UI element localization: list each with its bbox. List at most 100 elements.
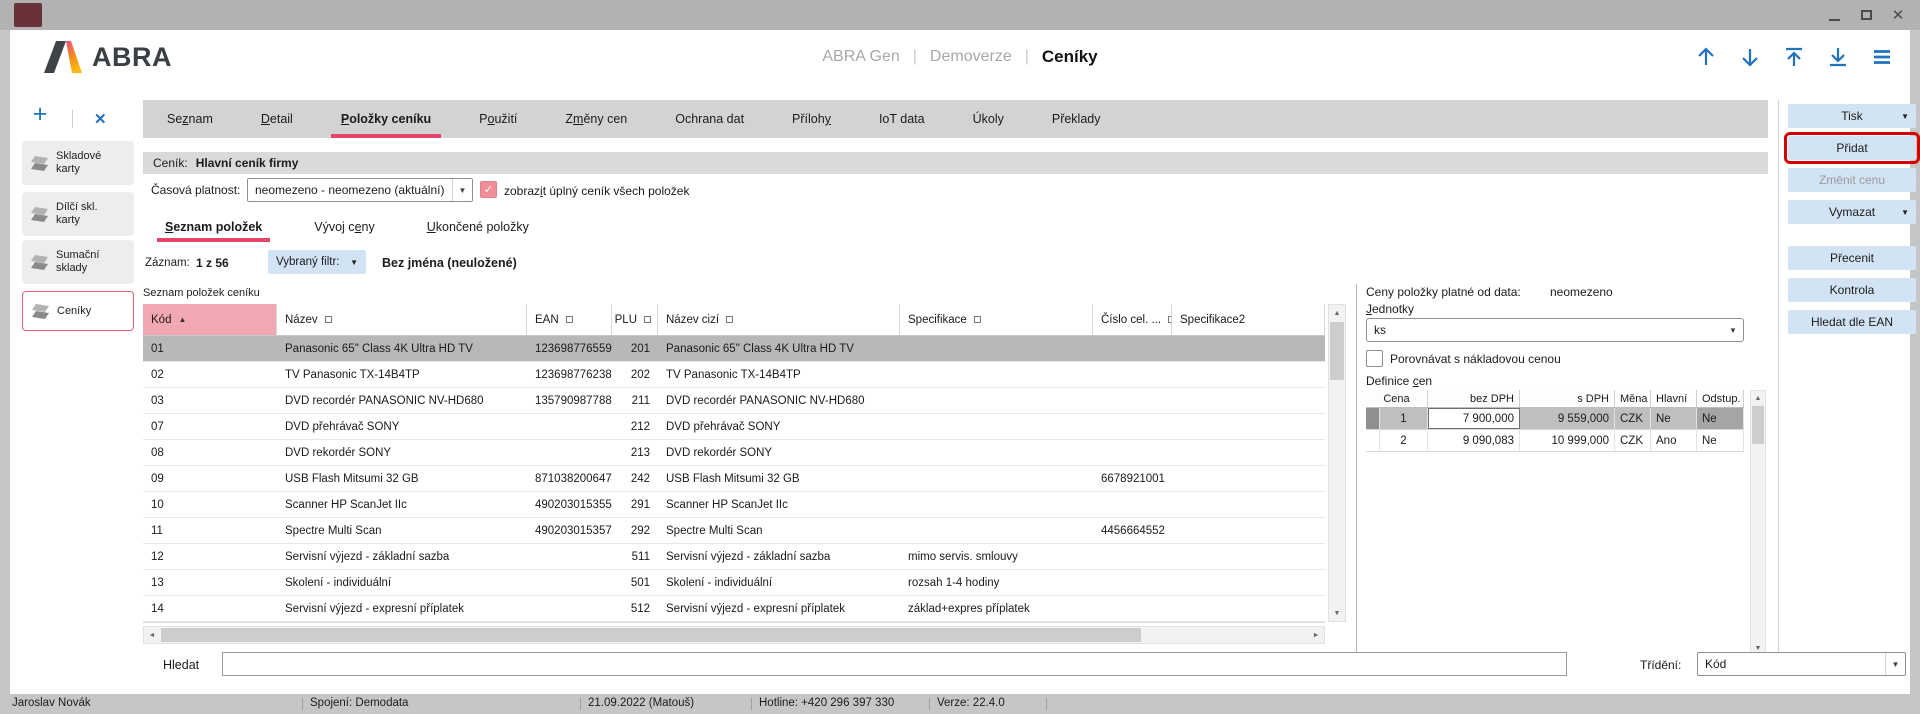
tab-pouziti[interactable]: Použití: [467, 100, 529, 138]
table-cell: USB Flash Mitsumi 32 GB: [658, 473, 900, 485]
table-row[interactable]: 08DVD rekordér SONY213DVD rekordér SONY: [143, 440, 1325, 466]
price-row[interactable]: 17 900,0009 559,000CZKNeNe: [1366, 408, 1744, 430]
compare-cost-price-checkbox[interactable]: [1366, 350, 1383, 367]
column-header-specifikace[interactable]: Specifikace: [900, 304, 1093, 335]
price-column-header-odstup[interactable]: Odstup.: [1697, 390, 1744, 407]
sidebar-item-dilci-skl-karty[interactable]: Dílčí skl.karty: [22, 192, 134, 236]
sidebar-item-skladove-karty[interactable]: Skladovékarty: [22, 141, 134, 185]
column-header-plu[interactable]: PLU: [612, 304, 658, 335]
selected-filter-dropdown[interactable]: Vybraný filtr: ▼: [268, 250, 366, 274]
horizontal-scrollbar[interactable]: ◄ ►: [143, 626, 1325, 644]
search-label: Hledat: [163, 658, 199, 672]
sort-icon: [726, 316, 733, 323]
table-row[interactable]: 11Spectre Multi Scan490203015357292Spect…: [143, 518, 1325, 544]
scroll-down-icon[interactable]: ▼: [1329, 605, 1345, 621]
search-input[interactable]: [222, 652, 1567, 676]
price-column-header-hlavni[interactable]: Hlavní: [1651, 390, 1697, 407]
close-module-button[interactable]: ✕: [94, 110, 107, 128]
tab-ochrana-dat[interactable]: Ochrana dat: [663, 100, 756, 138]
tab-seznam[interactable]: Seznam: [155, 100, 225, 138]
arrow-to-top-icon[interactable]: [1780, 43, 1808, 71]
tab-ukoly[interactable]: Úkoly: [961, 100, 1016, 138]
table-row[interactable]: 13Školení - individuální501Školení - ind…: [143, 570, 1325, 596]
table-row[interactable]: 14Servisní výjezd - expresní příplatek51…: [143, 596, 1325, 622]
subtab-vyvoj-ceny[interactable]: Vývoj ceny: [306, 212, 382, 242]
table-row[interactable]: 01Panasonic 65" Class 4K Ultra HD TV1236…: [143, 336, 1325, 362]
units-value: ks: [1374, 323, 1386, 337]
tab-prilohy[interactable]: Přílohy: [780, 100, 843, 138]
validity-dropdown[interactable]: neomezeno - neomezeno (aktuální) ▼: [247, 178, 473, 202]
subtab-ukoncene-polozky[interactable]: Ukončené položky: [419, 212, 537, 242]
column-header-specifikace2[interactable]: Specifikace2: [1172, 304, 1325, 335]
table-row[interactable]: 02TV Panasonic TX-14B4TP123698776238202T…: [143, 362, 1325, 388]
button-hledat-dle-ean[interactable]: Hledat dle EAN: [1788, 310, 1916, 334]
vertical-scrollbar[interactable]: ▲ ▼: [1328, 304, 1346, 622]
arrow-to-bottom-icon[interactable]: [1824, 43, 1852, 71]
tab-zmeny-cen[interactable]: Změny cen: [553, 100, 639, 138]
minimize-button[interactable]: [1820, 0, 1848, 30]
table-cell: Servisní výjezd - expresní příplatek: [658, 603, 900, 615]
button-precenit[interactable]: Přecenit: [1788, 246, 1916, 270]
table-row[interactable]: 09USB Flash Mitsumi 32 GB871038200647242…: [143, 466, 1325, 492]
price-table-header: Cenabez DPHs DPHMěnaHlavníOdstup.: [1366, 390, 1744, 408]
button-tisk[interactable]: Tisk▼: [1788, 104, 1916, 128]
button-pridat[interactable]: Přidat: [1788, 136, 1916, 160]
scroll-right-icon[interactable]: ►: [1308, 627, 1324, 643]
status-item-0: Jaroslav Novák: [12, 697, 91, 709]
scroll-up-icon[interactable]: ▲: [1329, 305, 1345, 321]
table-row[interactable]: 12Servisní výjezd - základní sazba511Ser…: [143, 544, 1325, 570]
validity-value: neomezeno - neomezeno (aktuální): [255, 183, 444, 197]
units-dropdown[interactable]: ks ▼: [1366, 318, 1744, 342]
maximize-button[interactable]: [1852, 0, 1880, 30]
table-row[interactable]: 10Scanner HP ScanJet IIc490203015355291S…: [143, 492, 1325, 518]
column-header-cislo-cel[interactable]: Číslo cel. ...: [1093, 304, 1172, 335]
main-window: ABRA Gen|Demoverze|Ceníky ABRA +: [10, 30, 1910, 694]
scrollbar-thumb[interactable]: [161, 628, 1141, 642]
scroll-left-icon[interactable]: ◄: [144, 627, 160, 643]
sort-icon: [325, 316, 332, 323]
price-row[interactable]: 29 090,08310 999,000CZKAnoNe: [1366, 430, 1744, 452]
price-panel-scrollbar[interactable]: ▲ ▼: [1750, 390, 1766, 656]
price-column-header-mena[interactable]: Měna: [1615, 390, 1651, 407]
price-cell-s-dph: 10 999,000: [1520, 430, 1615, 451]
sidebar-item-label: Dílčí skl.karty: [56, 201, 98, 227]
show-full-pricelist-checkbox[interactable]: ✓: [480, 181, 497, 198]
tab-polozky-ceniku[interactable]: Položky ceníku: [329, 100, 443, 138]
table-row[interactable]: 03DVD recordér PANASONIC NV-HD6801357909…: [143, 388, 1325, 414]
sidebar-item-sumacni-sklady[interactable]: Sumačnísklady: [22, 240, 134, 284]
button-vymazat[interactable]: Vymazat▼: [1788, 200, 1916, 224]
table-cell: DVD recordér PANASONIC NV-HD680: [658, 395, 900, 407]
sidebar-item-ceniky[interactable]: Ceníky: [22, 291, 134, 331]
table-cell: Servisní výjezd - základní sazba: [277, 551, 527, 563]
tab-iot-data[interactable]: IoT data: [867, 100, 937, 138]
abra-logo-icon: [44, 41, 82, 73]
column-header-kod[interactable]: Kód▲: [143, 304, 277, 335]
pricelist-name: Hlavní ceník firmy: [196, 156, 299, 170]
close-button[interactable]: ✕: [1884, 0, 1912, 30]
price-column-header-s-dph[interactable]: s DPH: [1520, 390, 1615, 407]
table-cell: Spectre Multi Scan: [658, 525, 900, 537]
subtab-seznam-polozek[interactable]: Seznam položek: [157, 212, 270, 242]
button-label: Přidat: [1836, 141, 1867, 155]
column-header-label: Název: [285, 314, 318, 326]
column-header-nazev-cizi[interactable]: Název cizí: [658, 304, 900, 335]
tab-detail[interactable]: Detail: [249, 100, 305, 138]
arrow-up-icon[interactable]: [1692, 43, 1720, 71]
scroll-up-icon[interactable]: ▲: [1751, 391, 1765, 405]
column-header-ean[interactable]: EAN: [527, 304, 612, 335]
column-header-nazev[interactable]: Název: [277, 304, 527, 335]
sidebar-item-label: Sumačnísklady: [56, 249, 99, 275]
scrollbar-thumb[interactable]: [1752, 406, 1764, 444]
button-kontrola[interactable]: Kontrola: [1788, 278, 1916, 302]
price-column-header-cena[interactable]: Cena: [1366, 390, 1428, 407]
price-cell-s-dph: 9 559,000: [1520, 408, 1615, 429]
menu-icon[interactable]: [1868, 43, 1896, 71]
arrow-down-icon[interactable]: [1736, 43, 1764, 71]
table-row[interactable]: 07DVD přehrávač SONY212DVD přehrávač SON…: [143, 414, 1325, 440]
tab-preklady[interactable]: Překlady: [1040, 100, 1113, 138]
sort-dropdown[interactable]: Kód ▼: [1697, 652, 1906, 676]
price-column-header-bez-dph[interactable]: bez DPH: [1428, 390, 1520, 407]
scrollbar-thumb[interactable]: [1330, 322, 1344, 380]
add-pricelist-button[interactable]: +: [28, 102, 52, 128]
price-definition-label: Definice cen: [1366, 374, 1432, 388]
